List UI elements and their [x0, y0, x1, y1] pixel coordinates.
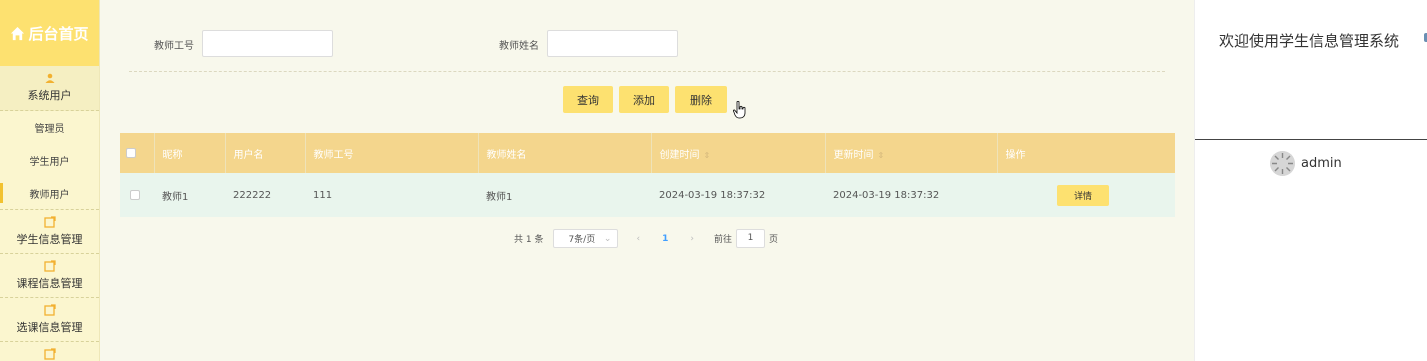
cell-teacher-name: 教师1 — [486, 191, 513, 203]
table-row: 教师1 222222 111 教师1 2024-03-19 18:37:32 2… — [120, 173, 1175, 217]
col-teacher-no: 教师工号 — [305, 133, 479, 173]
right-panel: 欢迎使用学生信息管理系统 admin — [1194, 0, 1427, 361]
row-select-cell — [120, 173, 154, 217]
teacher-name-input[interactable] — [547, 30, 678, 57]
cell-action: 详情 — [997, 173, 1175, 217]
panel-divider — [1195, 139, 1427, 140]
sidebar-head-label: 课程信息管理 — [16, 277, 83, 290]
col-username: 用户名 — [225, 133, 306, 173]
teacher-name-label: 教师姓名 — [499, 41, 539, 52]
sidebar-item-label: 学生用户 — [29, 157, 70, 168]
hand-cursor-icon — [733, 101, 746, 119]
goto-label: 前往 — [713, 235, 732, 245]
avatar — [1270, 151, 1295, 176]
cell-username: 222222 — [233, 189, 272, 201]
sidebar-head-label: 选课信息管理 — [16, 321, 83, 334]
cell-created: 2024-03-19 18:37:32 — [659, 189, 766, 201]
welcome-text: 欢迎使用学生信息管理系统 — [1219, 32, 1400, 50]
sidebar-item-teacher-users[interactable]: 教师用户 — [0, 177, 99, 210]
home-icon — [11, 26, 25, 40]
sidebar-group-system-users: 系统用户 管理员 学生用户 教师用户 — [0, 66, 99, 210]
table-header-row: 昵称 用户名 教师工号 教师姓名 创建时间 ⇕ 更新时间 ⇕ 操作 — [120, 133, 1175, 173]
next-page-icon[interactable]: › — [690, 234, 694, 244]
col-teacher-name: 教师姓名 — [478, 133, 652, 173]
page-suffix: 页 — [768, 235, 778, 245]
teacher-table: 昵称 用户名 教师工号 教师姓名 创建时间 ⇕ 更新时间 ⇕ 操作 教师1 2222… — [120, 133, 1175, 217]
teacher-no-label: 教师工号 — [154, 41, 194, 52]
sidebar-head-label: 系统用户 — [27, 89, 72, 102]
col-created-label: 创建时间 — [659, 149, 700, 161]
sidebar-head-course-info[interactable]: 课程信息管理 — [0, 254, 99, 298]
user-info[interactable]: admin — [1270, 151, 1342, 176]
edit-icon — [43, 260, 56, 272]
add-button[interactable]: 添加 — [619, 86, 669, 113]
edit-icon — [43, 348, 56, 360]
sidebar-head-enrollment-info[interactable]: 选课信息管理 — [0, 298, 99, 342]
sidebar-item-admin[interactable]: 管理员 — [0, 111, 99, 144]
divider — [129, 71, 1165, 72]
cell-nickname: 教师1 — [162, 191, 189, 203]
action-buttons: 查询 添加 删除 — [563, 86, 727, 113]
page-size-value: 7条/页 — [568, 235, 596, 245]
main-content: 教师工号 教师姓名 查询 添加 删除 昵称 用户名 教师工号 教师姓名 创建时间… — [101, 0, 1193, 361]
user-icon — [45, 73, 54, 83]
home-link[interactable]: 后台首页 — [0, 0, 99, 66]
cell-teacher-no: 111 — [313, 189, 333, 201]
sort-icon[interactable]: ⇕ — [704, 151, 711, 160]
pagination: 共 1 条 7条/页 ⌄ ‹ 1 › 前往 1 页 — [514, 229, 778, 248]
teacher-no-input[interactable] — [202, 30, 333, 57]
edit-icon — [43, 304, 56, 316]
row-checkbox[interactable] — [130, 189, 140, 200]
sidebar-more[interactable] — [0, 342, 99, 361]
sidebar-head-system-users[interactable]: 系统用户 — [0, 66, 99, 111]
current-page[interactable]: 1 — [662, 234, 668, 244]
query-button[interactable]: 查询 — [563, 86, 613, 113]
sidebar-item-student-users[interactable]: 学生用户 — [0, 144, 99, 177]
edit-icon — [43, 216, 56, 228]
sidebar-item-label: 管理员 — [34, 124, 65, 135]
sidebar-item-label: 教师用户 — [29, 189, 70, 201]
select-all-checkbox[interactable] — [126, 147, 136, 158]
goto-input[interactable]: 1 — [735, 229, 765, 248]
avatar-icon — [1270, 151, 1295, 176]
delete-button[interactable]: 删除 — [675, 86, 727, 113]
col-action: 操作 — [1005, 149, 1026, 161]
total-count: 共 1 条 — [514, 235, 544, 245]
col-created[interactable]: 创建时间 ⇕ — [651, 133, 826, 173]
col-updated-label: 更新时间 — [833, 149, 874, 161]
username: admin — [1301, 156, 1342, 171]
search-form: 教师工号 教师姓名 — [101, 30, 1193, 57]
select-all-cell — [120, 133, 155, 173]
brand-label: 后台首页 — [28, 24, 89, 43]
sidebar: 后台首页 系统用户 管理员 学生用户 教师用户 学生信息管理 课程信息管理 选课… — [0, 0, 100, 361]
cell-updated: 2024-03-19 18:37:32 — [833, 189, 940, 201]
chevron-down-icon: ⌄ — [603, 233, 612, 244]
sidebar-head-student-info[interactable]: 学生信息管理 — [0, 210, 99, 254]
col-updated[interactable]: 更新时间 ⇕ — [825, 133, 998, 173]
sidebar-head-label: 学生信息管理 — [16, 233, 83, 246]
col-nickname: 昵称 — [154, 133, 226, 173]
prev-page-icon[interactable]: ‹ — [636, 234, 640, 244]
sort-icon[interactable]: ⇕ — [878, 151, 885, 160]
detail-button[interactable]: 详情 — [1057, 184, 1109, 206]
page-size-select[interactable]: 7条/页 ⌄ — [553, 229, 619, 248]
